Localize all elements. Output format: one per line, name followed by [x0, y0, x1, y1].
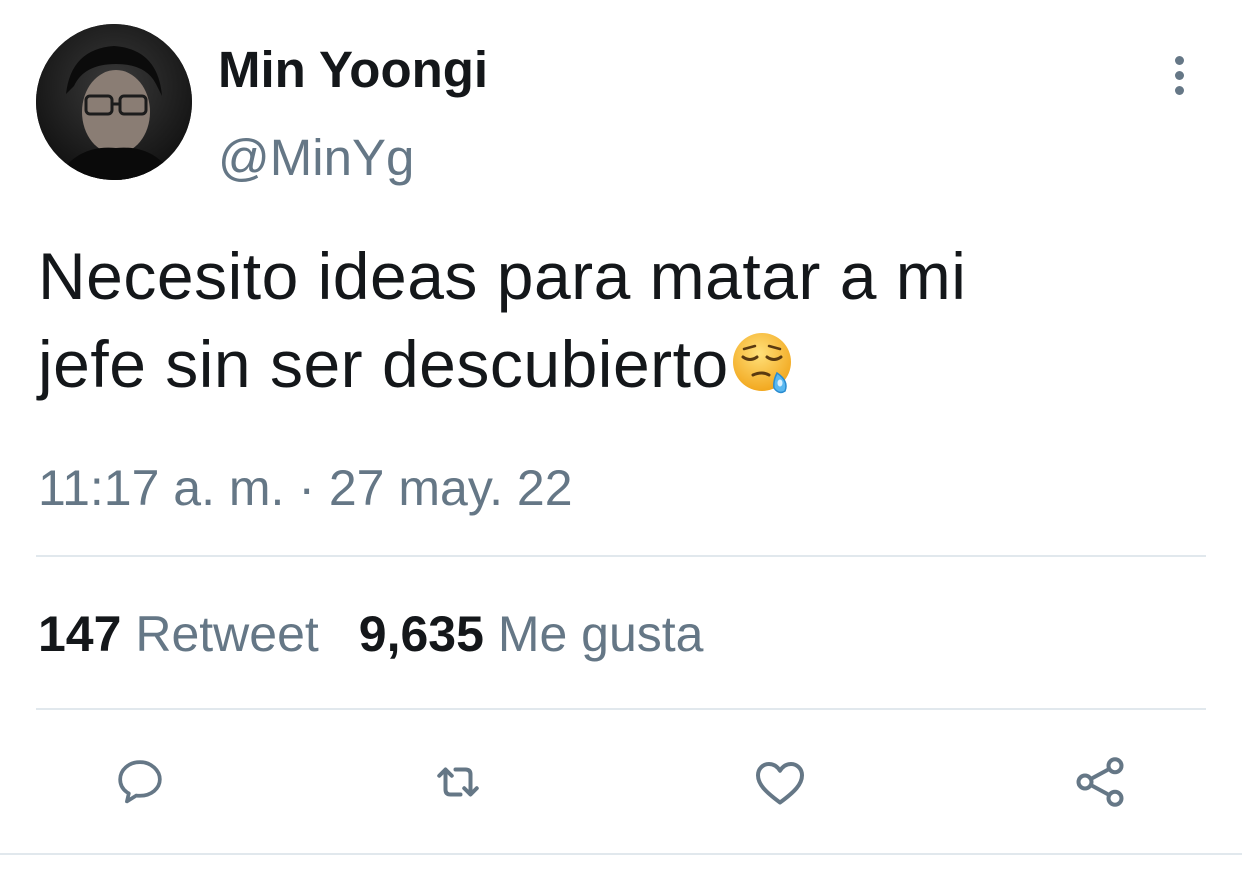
sleepy-face-emoji-icon — [731, 330, 797, 396]
likes-stat[interactable]: 9,635 Me gusta — [359, 606, 704, 662]
likes-count: 9,635 — [358, 606, 484, 662]
divider — [36, 708, 1206, 710]
tweet-stats: 147 Retweet 9,635 Me gusta — [38, 604, 703, 664]
tweet-text-line: Necesito ideas para matar a mi — [38, 239, 967, 313]
retweets-label: Retweet — [135, 606, 319, 662]
divider — [0, 853, 1242, 855]
share-icon — [1076, 757, 1124, 807]
retweet-button[interactable] — [428, 752, 488, 812]
more-dot-icon — [1174, 85, 1184, 95]
tweet-timestamp[interactable]: 11:17 a. m. · 27 may. 22 — [38, 458, 573, 518]
retweets-stat[interactable]: 147 Retweet — [38, 606, 319, 662]
retweet-icon — [437, 767, 479, 797]
display-name[interactable]: Min Yoongi — [218, 40, 488, 100]
tweet-text-line-with-emoji: jefe sin ser descubierto — [38, 320, 1178, 408]
more-dot-icon — [1174, 55, 1184, 65]
avatar[interactable] — [36, 24, 192, 180]
user-handle[interactable]: @MinYg — [218, 128, 414, 188]
reply-icon — [118, 760, 162, 804]
reply-button[interactable] — [110, 752, 170, 812]
more-options-button[interactable] — [1158, 50, 1200, 100]
like-button[interactable] — [750, 752, 810, 812]
avatar-image — [36, 24, 192, 180]
tweet-text-line: jefe sin ser descubierto — [38, 327, 729, 401]
share-button[interactable] — [1070, 752, 1130, 812]
more-dot-icon — [1174, 70, 1184, 80]
likes-label: Me gusta — [497, 606, 704, 662]
retweets-count: 147 — [38, 606, 122, 662]
divider — [36, 555, 1206, 557]
tweet-text: Necesito ideas para matar a mi jefe sin … — [38, 232, 1178, 408]
heart-icon — [756, 762, 804, 805]
